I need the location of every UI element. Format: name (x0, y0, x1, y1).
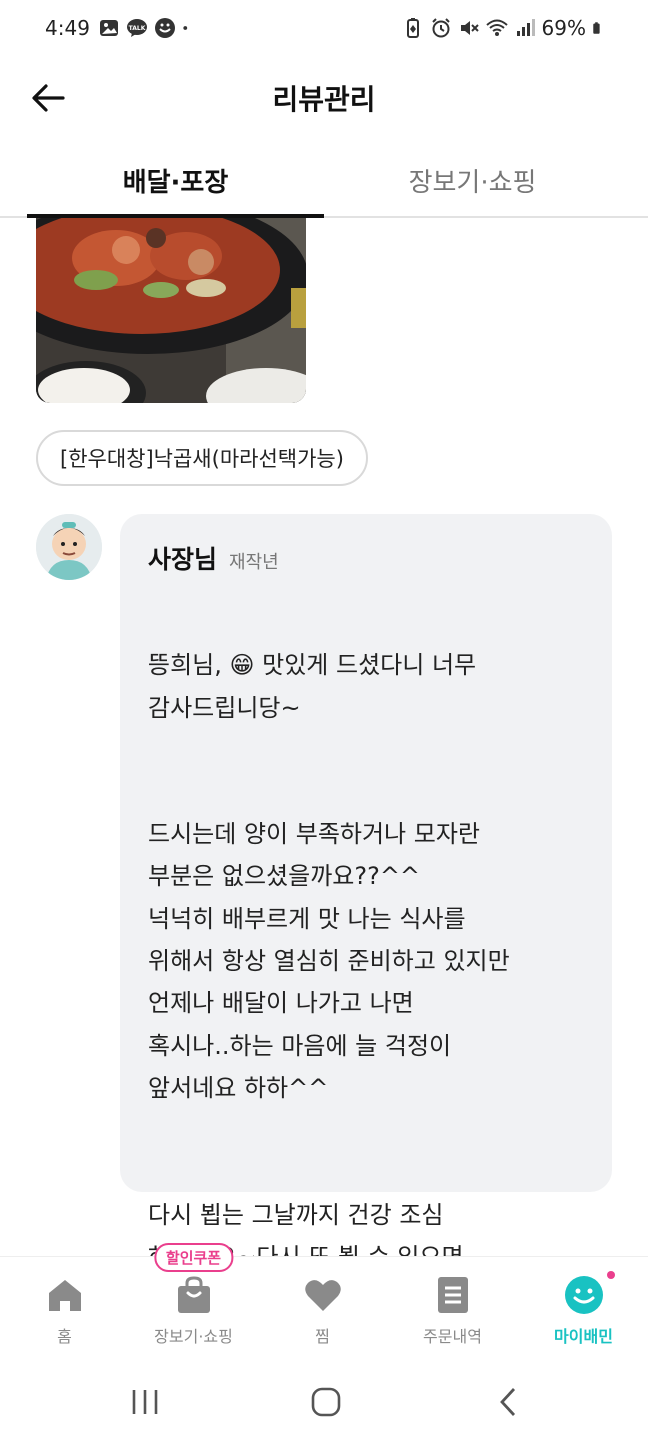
owner-reply: 사장님 재작년 뜽희님, 😁 맛있게 드셨다니 너무 감사드립니당~ 드시는데 … (120, 514, 612, 1313)
nav-label: 찜 (315, 1327, 330, 1346)
bottom-navigation: 홈 할인쿠폰 장보기·쇼핑 찜 주문내역 마이배민 (0, 1243, 648, 1367)
app-header: 리뷰관리 (0, 58, 648, 136)
page-title: 리뷰관리 (272, 83, 376, 116)
signal-icon (516, 19, 535, 36)
battery-icon (593, 22, 600, 34)
notification-dot (607, 1271, 615, 1279)
reply-paragraph: 드시는데 양이 부족하거나 모자란 부분은 없으셨을까요??^^ 넉넉히 배부르… (148, 820, 510, 1102)
heart-icon (304, 1280, 341, 1311)
tab-delivery[interactable]: 배달·포장 (27, 162, 324, 199)
nav-label: 마이배민 (554, 1327, 613, 1346)
status-right: 69% (402, 16, 606, 40)
home-circle-icon (311, 1387, 341, 1417)
reply-paragraph: 뜽희님, 😁 맛있게 드셨다니 너무 감사드립니당~ (148, 651, 477, 722)
alarm-icon (431, 18, 450, 38)
status-left-icons: TALK (98, 17, 194, 39)
chat-icon (155, 18, 175, 38)
kakaotalk-icon: TALK (127, 19, 147, 37)
nav-favorites[interactable]: 찜 (258, 1257, 387, 1367)
nav-home[interactable]: 홈 (0, 1257, 129, 1367)
recents-icon (132, 1390, 158, 1414)
tab-bar: 배달·포장 장보기·쇼핑 (0, 140, 648, 218)
status-time: 4:49 (45, 16, 90, 40)
my-baemin-icon (564, 1276, 603, 1314)
nav-label: 장보기·쇼핑 (154, 1327, 233, 1346)
recents-button[interactable] (121, 1382, 169, 1422)
home-icon (48, 1280, 81, 1311)
tab-shopping[interactable]: 장보기·쇼핑 (324, 162, 621, 199)
battery-percent: 69% (541, 16, 586, 40)
nav-shopping[interactable]: 할인쿠폰 장보기·쇼핑 (129, 1243, 258, 1367)
menu-chip[interactable]: [한우대창]낙곱새(마라선택가능) (36, 430, 368, 486)
reply-time: 재작년 (229, 552, 279, 573)
gallery-icon (100, 20, 118, 36)
food-image (36, 218, 306, 403)
avatar (36, 514, 102, 580)
owner-avatar-icon (36, 514, 102, 580)
mute-icon (460, 21, 479, 35)
review-photo[interactable] (36, 218, 306, 403)
home-button[interactable] (302, 1382, 350, 1422)
dot-icon (183, 26, 188, 30)
status-bar: 4:49 TALK 69% (0, 0, 648, 58)
reply-header: 사장님 재작년 (148, 540, 584, 576)
nav-label: 주문내역 (423, 1327, 482, 1346)
system-back-button[interactable] (484, 1382, 532, 1422)
battery-saver-icon (406, 18, 419, 38)
reply-author: 사장님 (148, 545, 218, 574)
wifi-icon (485, 19, 508, 36)
receipt-icon (437, 1277, 468, 1313)
chevron-left-icon (500, 1388, 516, 1416)
nav-orders[interactable]: 주문내역 (388, 1257, 517, 1367)
nav-label: 홈 (57, 1327, 72, 1346)
nav-my-baemin[interactable]: 마이배민 (519, 1257, 648, 1367)
shopping-bag-icon (177, 1276, 210, 1313)
system-navigation (0, 1366, 648, 1440)
coupon-badge: 할인쿠폰 (153, 1243, 234, 1272)
svg-text:TALK: TALK (129, 25, 146, 32)
